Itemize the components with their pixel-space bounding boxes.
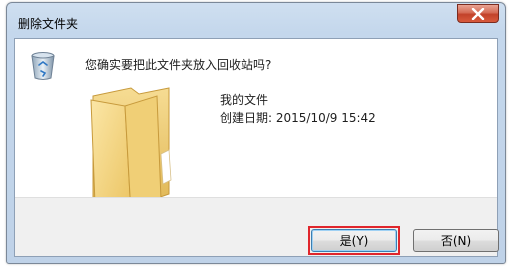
created-date: 创建日期: 2015/10/9 15:42 [220,109,376,126]
yes-button-highlight [308,226,400,255]
dialog-content: 您确实要把此文件夹放入回收站吗? 我的文件 创建日期: 2015/10/9 15… [14,38,499,257]
confirm-question: 您确实要把此文件夹放入回收站吗? [85,58,272,72]
recycle-bin-icon [31,52,55,80]
no-button[interactable]: 否(N) [413,229,499,252]
close-icon [471,7,485,20]
created-date-value: 2015/10/9 15:42 [275,111,376,125]
created-date-label: 创建日期: [220,111,276,125]
dialog-title: 删除文件夹 [18,17,79,31]
delete-folder-dialog: 删除文件夹 您确实要把此文件夹放入回收站吗? 我的文件 创建日期: 2015/1… [6,2,506,264]
close-button[interactable] [457,4,499,23]
file-name: 我的文件 [220,93,269,107]
